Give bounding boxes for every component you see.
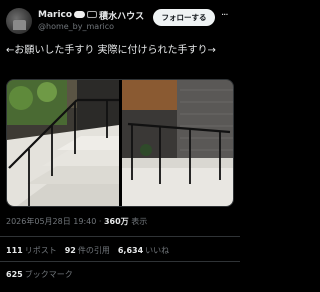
views-label: 表示 — [131, 217, 148, 226]
tweet-bookmarks: 625 ブックマーク — [6, 269, 73, 280]
divider — [0, 261, 240, 262]
bookmarks-label[interactable]: ブックマーク — [25, 270, 73, 279]
author-name-suffix[interactable]: 積水ハウス — [99, 9, 144, 22]
tweet-text: ←お願いした手すり 実際に付けられた手すり→ — [6, 45, 216, 56]
cloud-emoji-icon — [74, 10, 86, 18]
author-avatar[interactable] — [6, 8, 32, 34]
tweet-stats: 111 リポスト 92 件の引用 6,634 いいね — [6, 245, 169, 256]
installed-handrail-photo[interactable] — [122, 80, 234, 206]
tweet-media[interactable] — [6, 79, 234, 207]
author-handle[interactable]: @home_by_marico — [38, 22, 114, 31]
bookmarks-count[interactable]: 625 — [6, 270, 23, 279]
author-display-name[interactable]: Marico — [38, 10, 72, 20]
tweet-header: Marico 積水ハウス @home_by_marico フォローする ··· — [0, 0, 240, 40]
tweet-datetime[interactable]: 2026年05月28日 19:40 — [6, 217, 96, 226]
fence-emoji-icon — [87, 10, 98, 18]
likes-count[interactable]: 6,634 — [118, 246, 143, 255]
likes-label[interactable]: いいね — [145, 246, 169, 255]
author-name-row[interactable]: Marico 積水ハウス — [38, 8, 144, 22]
quotes-count[interactable]: 92 — [65, 246, 76, 255]
retweets-label[interactable]: リポスト — [25, 246, 57, 255]
retweets-count[interactable]: 111 — [6, 246, 23, 255]
divider — [0, 236, 240, 237]
views-count: 360万 — [103, 217, 129, 226]
follow-button[interactable]: フォローする — [153, 9, 215, 26]
quotes-label[interactable]: 件の引用 — [78, 246, 110, 255]
requested-handrail-photo[interactable] — [7, 80, 119, 206]
tweet-meta: 2026年05月28日 19:40 · 360万 表示 — [6, 217, 148, 226]
more-options-icon[interactable]: ··· — [221, 9, 235, 23]
